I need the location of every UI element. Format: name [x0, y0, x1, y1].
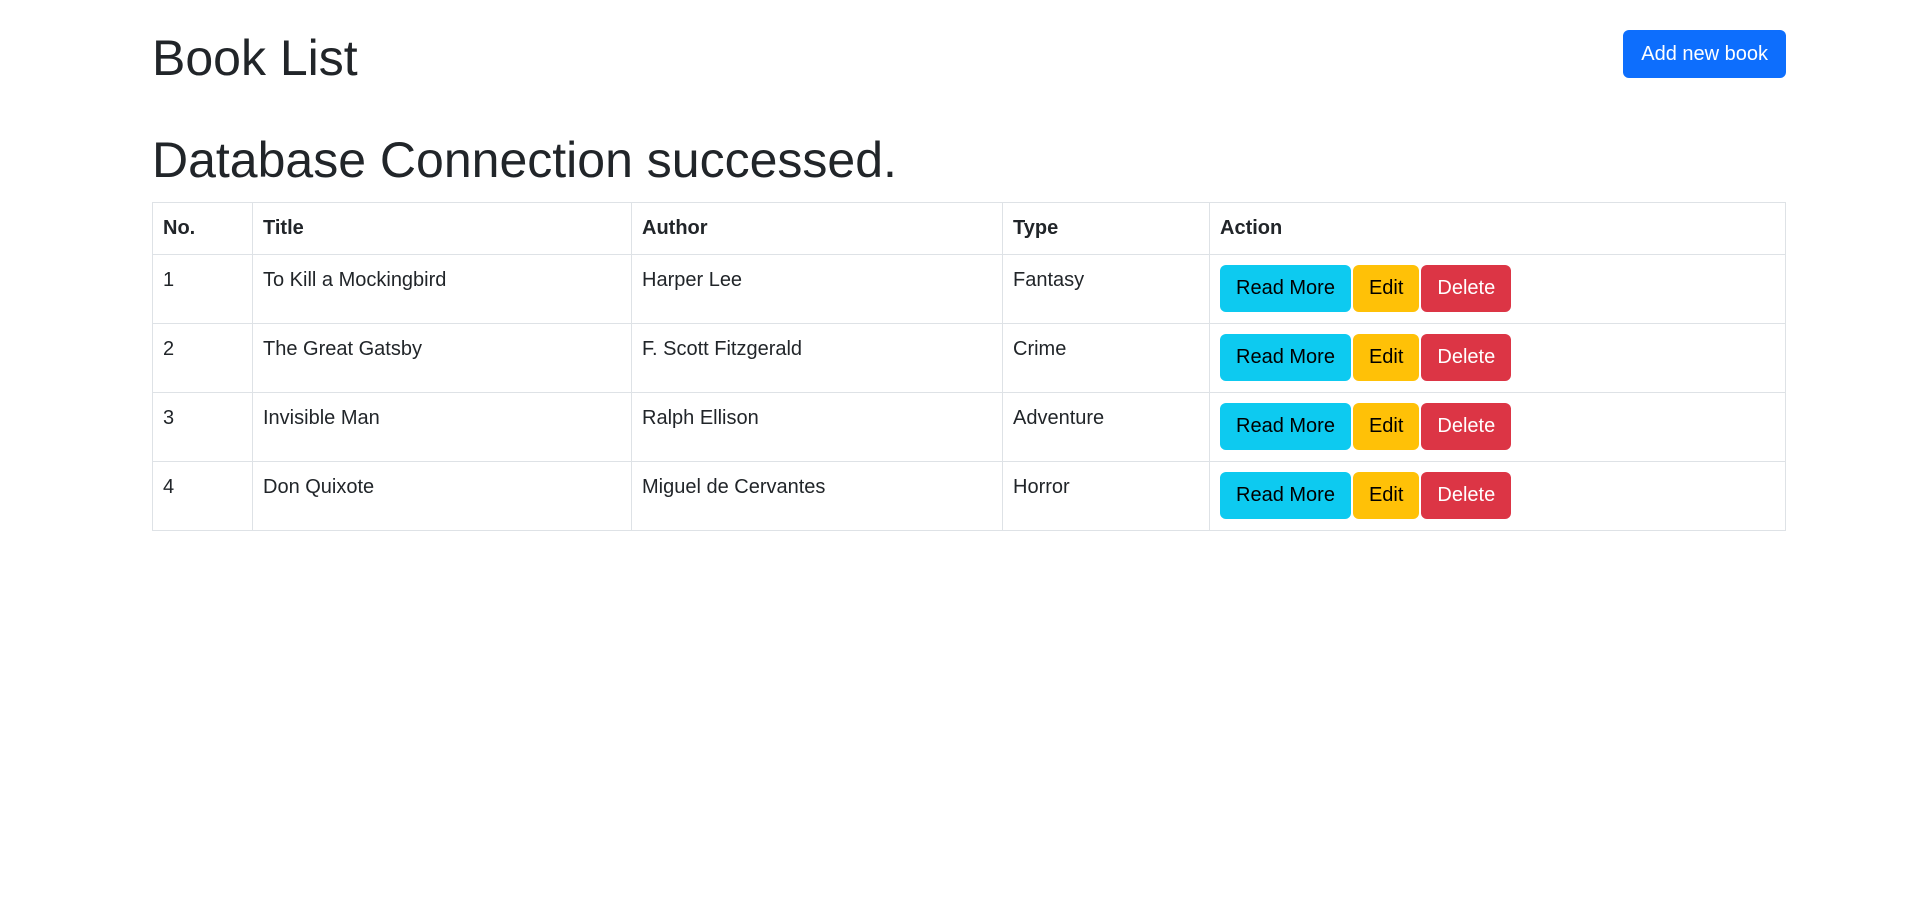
- column-header-type: Type: [1002, 202, 1210, 255]
- delete-button[interactable]: Delete: [1421, 472, 1512, 519]
- cell-author: F. Scott Fitzgerald: [631, 323, 1003, 393]
- edit-button[interactable]: Edit: [1352, 334, 1420, 381]
- table-row: 3 Invisible Man Ralph Ellison Adventure …: [152, 392, 1786, 462]
- table-header: No. Title Author Type Action: [152, 202, 1786, 255]
- cell-no: 2: [152, 323, 253, 393]
- cell-title: To Kill a Mockingbird: [252, 254, 632, 324]
- delete-button[interactable]: Delete: [1421, 403, 1512, 450]
- column-header-author: Author: [631, 202, 1003, 255]
- cell-actions: Read More Edit Delete: [1209, 392, 1786, 462]
- book-table: No. Title Author Type Action 1 To Kill a…: [152, 202, 1786, 531]
- column-header-no: No.: [152, 202, 253, 255]
- cell-author: Ralph Ellison: [631, 392, 1003, 462]
- column-header-action: Action: [1209, 202, 1786, 255]
- cell-actions: Read More Edit Delete: [1209, 461, 1786, 531]
- cell-author: Miguel de Cervantes: [631, 461, 1003, 531]
- table-row: 4 Don Quixote Miguel de Cervantes Horror…: [152, 461, 1786, 531]
- read-more-button[interactable]: Read More: [1220, 265, 1351, 312]
- edit-button[interactable]: Edit: [1352, 403, 1420, 450]
- edit-button[interactable]: Edit: [1352, 265, 1420, 312]
- status-message: Database Connection successed.: [152, 132, 897, 188]
- cell-title: Don Quixote: [252, 461, 632, 531]
- cell-type: Adventure: [1002, 392, 1210, 462]
- cell-type: Fantasy: [1002, 254, 1210, 324]
- cell-type: Horror: [1002, 461, 1210, 531]
- read-more-button[interactable]: Read More: [1220, 472, 1351, 519]
- table-body: 1 To Kill a Mockingbird Harper Lee Fanta…: [152, 254, 1786, 531]
- cell-actions: Read More Edit Delete: [1209, 254, 1786, 324]
- column-header-title: Title: [252, 202, 632, 255]
- table-header-row: No. Title Author Type Action: [152, 202, 1786, 255]
- delete-button[interactable]: Delete: [1421, 265, 1512, 312]
- cell-actions: Read More Edit Delete: [1209, 323, 1786, 393]
- page-title: Book List: [152, 30, 358, 86]
- cell-title: Invisible Man: [252, 392, 632, 462]
- delete-button[interactable]: Delete: [1421, 334, 1512, 381]
- cell-author: Harper Lee: [631, 254, 1003, 324]
- cell-type: Crime: [1002, 323, 1210, 393]
- cell-no: 1: [152, 254, 253, 324]
- cell-no: 4: [152, 461, 253, 531]
- read-more-button[interactable]: Read More: [1220, 403, 1351, 450]
- read-more-button[interactable]: Read More: [1220, 334, 1351, 381]
- cell-title: The Great Gatsby: [252, 323, 632, 393]
- edit-button[interactable]: Edit: [1352, 472, 1420, 519]
- table-row: 2 The Great Gatsby F. Scott Fitzgerald C…: [152, 323, 1786, 393]
- cell-no: 3: [152, 392, 253, 462]
- add-new-book-button[interactable]: Add new book: [1623, 30, 1786, 78]
- table-row: 1 To Kill a Mockingbird Harper Lee Fanta…: [152, 254, 1786, 324]
